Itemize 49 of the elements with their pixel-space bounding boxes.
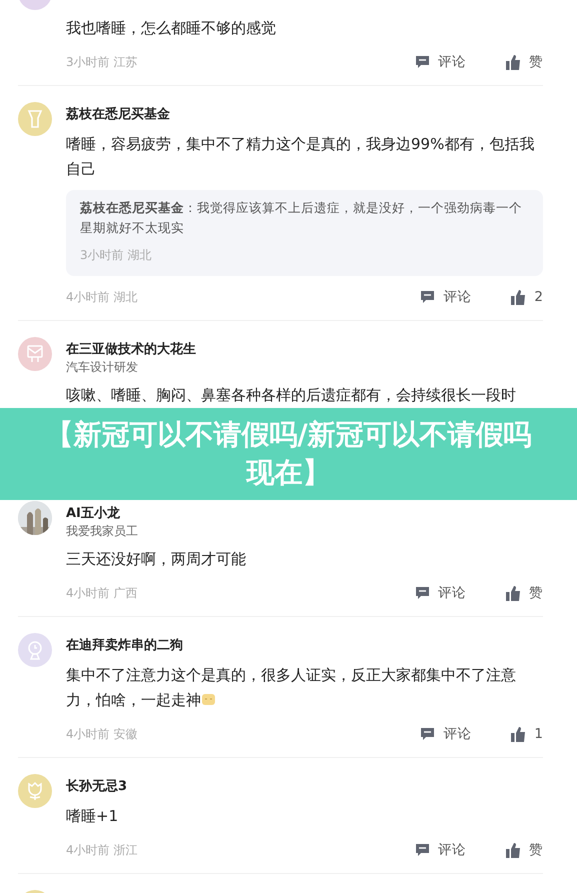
reply-time: 3小时前 湖北 <box>80 246 152 264</box>
comment-time: 3小时前 江苏 <box>66 54 138 70</box>
comment-time: 4小时前 广西 <box>66 584 138 602</box>
avatar[interactable] <box>18 337 52 371</box>
user-name[interactable]: AI五小龙 <box>66 505 543 523</box>
user-title: 我爱我家员工 <box>66 523 139 539</box>
like-button[interactable]: 赞 <box>506 584 543 602</box>
reply-button[interactable]: 评论 <box>415 584 466 602</box>
avatar[interactable] <box>18 102 52 136</box>
clock-icon <box>26 640 44 660</box>
banner-title: 【新冠可以不请假吗/新冠可以不请假吗现在】 <box>44 417 533 491</box>
avatar[interactable] <box>18 774 52 808</box>
thumbs-up-icon <box>506 842 521 858</box>
thumbs-up-icon <box>506 54 521 70</box>
comment-time: 4小时前 安徽 <box>66 726 138 742</box>
comment-text: 三天还没好啊，两周才可能 <box>66 549 247 570</box>
comment-icon <box>420 726 436 742</box>
comment-time: 4小时前 湖北 <box>66 288 138 306</box>
user-name[interactable]: 长孙无忌3 <box>66 778 543 796</box>
comment-time: 4小时前 浙江 <box>66 842 138 858</box>
avatar[interactable] <box>18 633 52 667</box>
user-name[interactable]: 在迪拜卖炸串的二狗 <box>66 637 543 655</box>
reply-button[interactable]: 评论 <box>420 725 472 743</box>
thumbs-up-icon <box>511 290 526 304</box>
torch-icon <box>27 109 43 129</box>
comment-icon <box>415 842 430 858</box>
comment-text: 嗜睡+1 <box>66 806 120 827</box>
comment-text: 我也嗜睡，怎么都睡不够的感觉 <box>66 18 277 39</box>
tulip-icon <box>26 781 44 801</box>
like-button[interactable]: 赞 <box>506 841 543 859</box>
comment-text: 咳嗽、嗜睡、胸闷、鼻塞各种各样的后遗症都有，会持续很长一段时 <box>66 385 517 406</box>
like-button[interactable]: 1 <box>511 726 543 742</box>
thumbs-up-icon <box>511 726 526 742</box>
comment-text: 嗜睡，容易疲劳，集中不了精力这个是真的，我身边99%都有，包括我自己 <box>66 134 536 180</box>
user-name[interactable]: 荔枝在悉尼买基金 <box>66 106 543 124</box>
comment-text: 集中不了注意力这个是真的，很多人证实，反正大家都集中不了注意力，怕啥，一起走神 <box>66 665 517 711</box>
like-button[interactable]: 2 <box>511 289 543 305</box>
user-name[interactable]: 在三亚做技术的大花生 <box>66 341 543 359</box>
reply-button[interactable]: 评论 <box>415 53 466 71</box>
reply-button[interactable]: 评论 <box>415 841 466 859</box>
like-button[interactable]: 赞 <box>506 53 543 71</box>
comment-icon <box>415 54 430 70</box>
reply-text: 荔枝在悉尼买基金：我觉得应该算不上后遗症，就是没好，一个强劲病毒一个星期就好不太现实 <box>80 199 523 237</box>
envelope-icon <box>26 344 44 364</box>
reply-button[interactable]: 评论 <box>420 288 472 306</box>
thumbs-up-icon <box>506 586 521 600</box>
comment-icon <box>415 586 430 600</box>
user-title: 汽车设计研发 <box>66 359 139 375</box>
comment-icon <box>420 290 436 304</box>
